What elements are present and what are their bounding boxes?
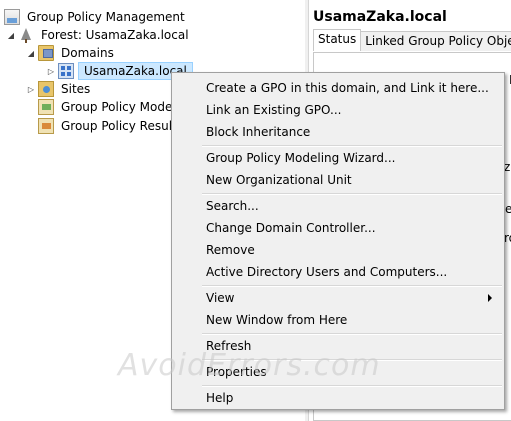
results-icon <box>38 118 54 134</box>
tree-node-results[interactable]: Group Policy Results <box>36 117 186 135</box>
menu-item-view-label: View <box>206 291 235 305</box>
domain-icon <box>58 63 74 79</box>
menu-item-modeling-wizard[interactable]: Group Policy Modeling Wizard... <box>174 147 502 169</box>
menu-item-new-window[interactable]: New Window from Here <box>174 309 502 331</box>
peek-text: e <box>505 202 511 216</box>
tree-node-gpm[interactable]: Group Policy Management <box>2 8 188 26</box>
details-tabs: Status Linked Group Policy Objects G <box>313 29 511 52</box>
context-menu: Create a GPO in this domain, and Link it… <box>171 72 505 410</box>
domains-folder-icon <box>38 45 54 61</box>
tab-status[interactable]: Status <box>313 29 362 51</box>
group-policy-management-icon <box>4 9 20 25</box>
menu-item-refresh[interactable]: Refresh <box>174 335 502 357</box>
tree-label-gpm: Group Policy Management <box>27 10 185 24</box>
forest-icon <box>18 27 34 43</box>
tree-label-results: Group Policy Results <box>61 119 184 133</box>
expand-arrow-icon[interactable]: ▷ <box>46 62 56 80</box>
tree-label-domains: Domains <box>61 46 114 60</box>
tree-node-sites[interactable]: ▷ Sites <box>26 80 93 98</box>
menu-item-new-ou[interactable]: New Organizational Unit <box>174 169 502 191</box>
menu-item-remove[interactable]: Remove <box>174 239 502 261</box>
menu-item-search[interactable]: Search... <box>174 195 502 217</box>
tab-linked-gpos[interactable]: Linked Group Policy Objects <box>360 31 511 51</box>
menu-item-link-existing-gpo[interactable]: Link an Existing GPO... <box>174 99 502 121</box>
menu-item-view[interactable]: View <box>174 287 502 309</box>
collapse-arrow-icon[interactable]: ◢ <box>6 26 16 44</box>
peek-text: ro <box>504 231 511 245</box>
menu-item-create-gpo[interactable]: Create a GPO in this domain, and Link it… <box>174 77 502 99</box>
menu-item-help[interactable]: Help <box>174 387 502 409</box>
tree-label-sites: Sites <box>61 82 91 96</box>
collapse-arrow-icon[interactable]: ◢ <box>26 44 36 62</box>
tree-label-forest: Forest: UsamaZaka.local <box>41 28 189 42</box>
submenu-arrow-icon <box>488 294 492 302</box>
tree-node-domains[interactable]: ◢ Domains <box>26 44 117 62</box>
menu-item-ad-users-computers[interactable]: Active Directory Users and Computers... <box>174 261 502 283</box>
menu-item-change-dc[interactable]: Change Domain Controller... <box>174 217 502 239</box>
menu-item-properties[interactable]: Properties <box>174 361 502 383</box>
menu-item-block-inheritance[interactable]: Block Inheritance <box>174 121 502 143</box>
details-title: UsamaZaka.local <box>313 9 447 25</box>
tree-node-forest[interactable]: ◢ Forest: UsamaZaka.local <box>6 26 192 44</box>
peek-text: za <box>504 160 511 174</box>
modeling-icon <box>38 99 54 115</box>
sites-icon <box>38 81 54 97</box>
expand-arrow-icon[interactable]: ▷ <box>26 80 36 98</box>
